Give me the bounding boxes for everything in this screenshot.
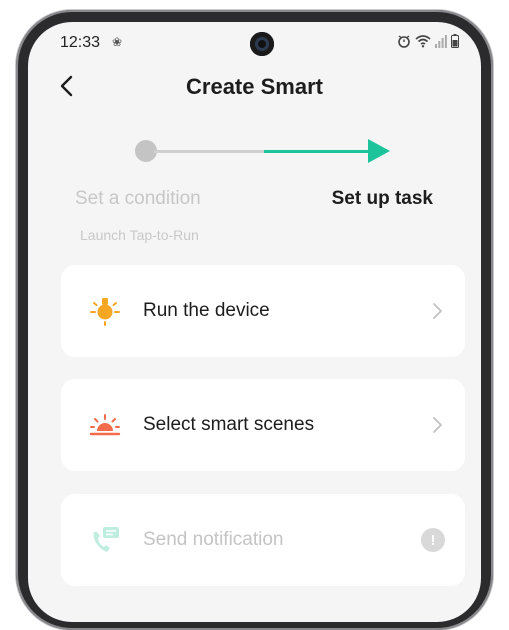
task-send-notification[interactable]: Send notification ! <box>61 494 465 586</box>
task-run-device[interactable]: Run the device <box>61 265 465 357</box>
page-title: Create Smart <box>186 74 323 99</box>
task-label: Send notification <box>143 529 284 550</box>
alarm-icon <box>398 35 410 48</box>
sunset-icon <box>89 414 121 436</box>
step-line-done <box>154 150 264 153</box>
step-sublabel: Launch Tap-to-Run <box>80 227 199 243</box>
stepper <box>28 132 481 172</box>
status-icons <box>397 34 459 48</box>
info-icon[interactable]: ! <box>421 528 445 552</box>
signal-icon <box>435 35 447 48</box>
notification-phone-icon <box>93 527 119 552</box>
status-bar: 12:33 ❀ <box>28 22 481 66</box>
task-label: Run the device <box>143 300 270 321</box>
chevron-right-icon <box>433 303 442 319</box>
step-arrow-icon <box>368 139 390 163</box>
chevron-right-icon <box>433 417 442 433</box>
step-label-task: Set up task <box>331 188 433 209</box>
screen: 12:33 ❀ Create Smart Set a condition Set… <box>28 22 481 622</box>
status-time: 12:33 <box>60 34 101 51</box>
wifi-icon <box>415 35 431 48</box>
settings-status-icon: ❀ <box>112 35 123 49</box>
task-label: Select smart scenes <box>143 414 315 435</box>
bulb-icon <box>90 298 120 326</box>
battery-icon <box>451 34 459 48</box>
task-select-scenes[interactable]: Select smart scenes <box>61 379 465 471</box>
camera-cutout <box>250 32 274 56</box>
step-line-active <box>264 150 374 153</box>
step-label-condition[interactable]: Set a condition <box>75 188 201 210</box>
